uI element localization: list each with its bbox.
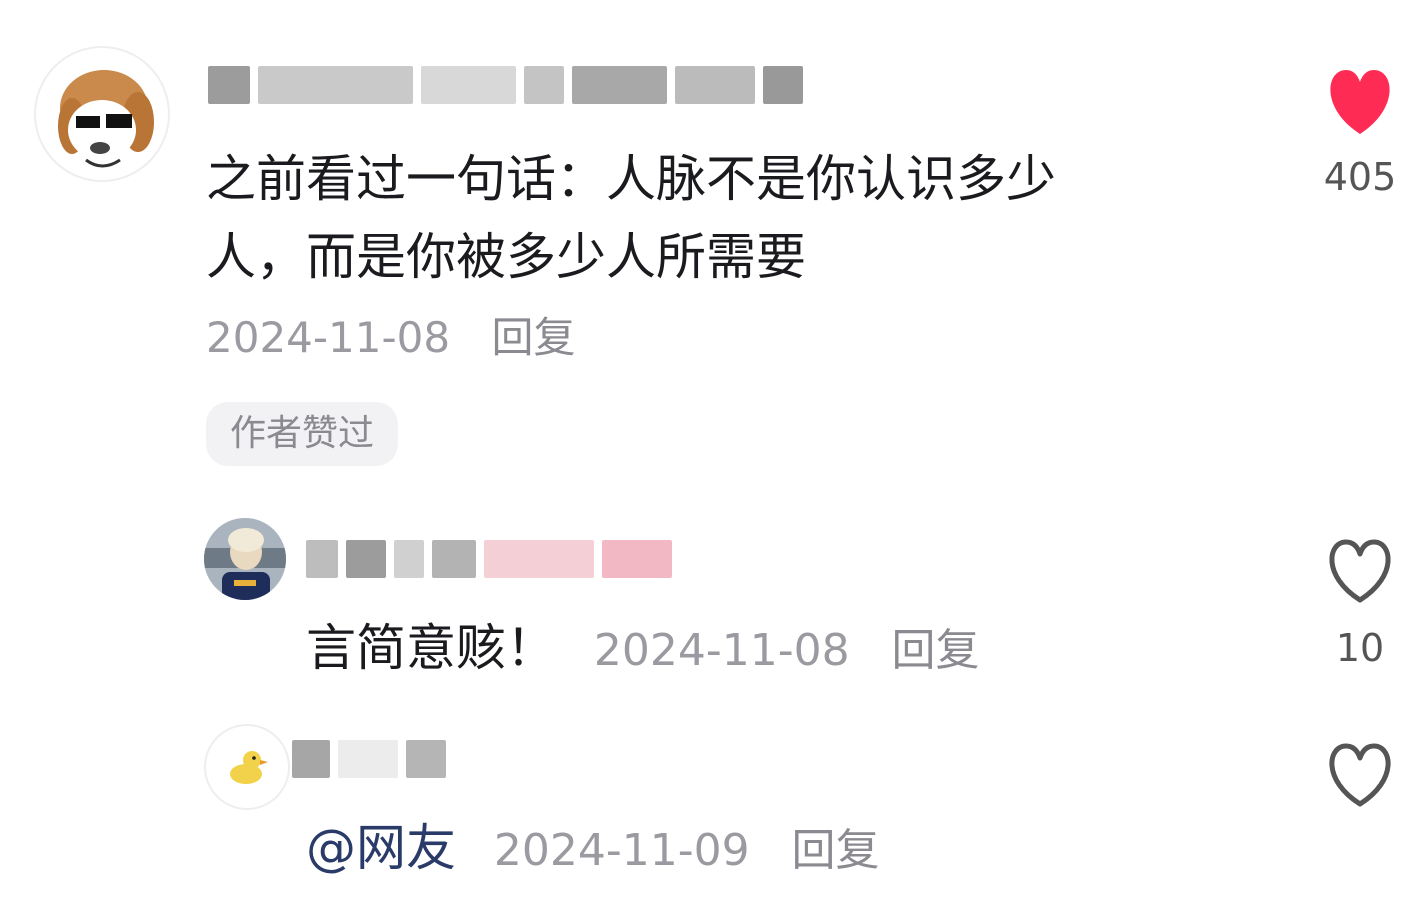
reply1-like-button[interactable] xyxy=(1300,536,1410,610)
reply2-avatar[interactable] xyxy=(204,724,290,810)
reply2-mention-link[interactable]: @网友 xyxy=(306,819,456,877)
reply2-username-blurred[interactable] xyxy=(292,740,454,780)
reply2-content: @网友 2024-11-09 回复 xyxy=(306,818,880,881)
comment-text-line-1: 之前看过一句话：人脉不是你认识多少 xyxy=(206,150,1056,208)
reply1-avatar[interactable] xyxy=(204,518,286,600)
comment-like-count: 405 xyxy=(1323,155,1397,199)
comment-reply-button[interactable]: 回复 xyxy=(491,313,575,362)
comment-date: 2024-11-08 xyxy=(206,313,451,362)
reply1-date: 2024-11-08 xyxy=(593,625,850,676)
author-liked-badge: 作者赞过 xyxy=(206,402,399,466)
reply1-like-count: 10 xyxy=(1335,626,1385,670)
comment-text: 之前看过一句话：人脉不是你认识多少 人，而是你被多少人所需要 xyxy=(206,140,1246,296)
commenter-avatar[interactable] xyxy=(34,46,170,182)
reply2-reply-button[interactable]: 回复 xyxy=(792,825,880,876)
duck-avatar-icon xyxy=(230,751,268,784)
heart-filled-icon xyxy=(1330,70,1390,134)
reply1-reply-button[interactable]: 回复 xyxy=(892,625,980,676)
reply1-content: 言简意赅！ 2024-11-08 回复 xyxy=(306,618,980,681)
heart-outline-icon xyxy=(1329,743,1391,807)
dog-cartoon-avatar-icon xyxy=(58,70,154,168)
comment-text-line-2: 人，而是你被多少人所需要 xyxy=(206,228,806,286)
comment-like-button[interactable] xyxy=(1300,64,1410,142)
comment-meta: 2024-11-08 回复 xyxy=(206,312,575,364)
reply1-username-blurred[interactable] xyxy=(306,540,680,580)
person-photo-avatar-icon xyxy=(204,518,286,600)
heart-outline-icon xyxy=(1329,539,1391,603)
reply2-date: 2024-11-09 xyxy=(493,825,750,876)
reply2-like-button[interactable] xyxy=(1300,740,1410,814)
commenter-username-blurred[interactable] xyxy=(208,66,811,106)
reply1-text: 言简意赅！ xyxy=(306,619,556,677)
